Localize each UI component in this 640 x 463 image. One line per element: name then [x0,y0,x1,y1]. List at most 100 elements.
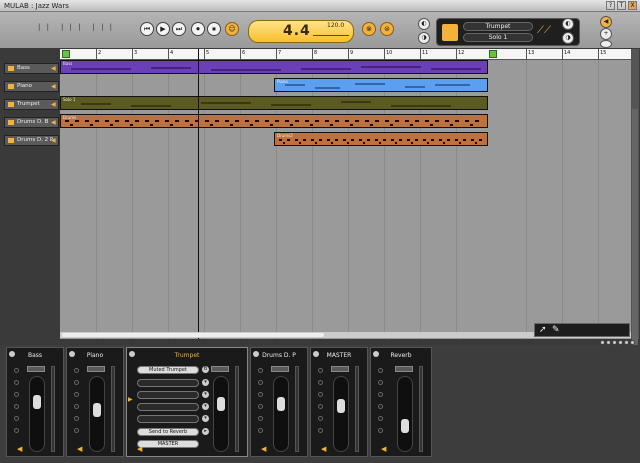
track-header-drums-2[interactable]: Drums D. 2 P ◀ [4,135,59,146]
volume-fader[interactable] [213,376,229,452]
clip-drums[interactable]: Drums [60,114,488,128]
clip-drums-2[interactable]: Drums2 [274,132,488,146]
insert-slot[interactable] [74,380,79,385]
insert-slot[interactable] [74,392,79,397]
close-button[interactable]: X [628,1,637,10]
insert-slot[interactable] [378,380,383,385]
pencil-tool-icon[interactable]: ✎ [552,325,562,336]
insert-slot[interactable] [318,368,323,373]
fader-knob[interactable] [33,395,41,409]
chevron-down-icon[interactable]: ▾ [202,415,209,422]
insert-slot[interactable] [74,416,79,421]
speaker-icon[interactable]: ◀ [261,445,269,453]
vertical-scroll-thumb[interactable] [632,109,638,359]
chevron-down-icon[interactable]: ▾ [202,391,209,398]
rewind-button[interactable]: ⏮ [140,22,154,36]
forward-button[interactable]: ⏭ [172,22,186,36]
track-header-trumpet[interactable]: Trumpet ◀ [4,99,59,110]
insert-slot[interactable] [74,404,79,409]
current-part-name[interactable]: Solo 1 [463,33,533,42]
next-icon[interactable] [600,40,612,48]
position-display[interactable]: 4.4 120.0 [248,20,354,43]
plugin-slot-empty[interactable] [137,403,199,411]
insert-slot[interactable] [378,428,383,433]
speaker-icon[interactable]: ◀ [321,445,329,453]
clip-piano[interactable]: Piano [274,78,488,92]
fader-knob[interactable] [337,399,345,413]
insert-slot[interactable] [258,428,263,433]
loop-start-marker[interactable] [62,50,70,58]
insert-slot[interactable] [14,380,19,385]
plugin-slot-empty[interactable] [137,415,199,423]
chevron-down-icon[interactable]: ▾ [202,379,209,386]
horizontal-scroll-thumb[interactable] [62,333,324,337]
fader-knob[interactable] [401,419,409,433]
prev-icon[interactable]: ◀ [600,16,612,28]
send-edit-icon[interactable]: ▸ [202,428,209,435]
speaker-icon[interactable]: ◀ [381,445,389,453]
vertical-scrollbar[interactable] [631,49,639,359]
left-button[interactable]: ◐ [562,18,574,30]
insert-slot[interactable] [318,380,323,385]
speaker-icon[interactable]: ◀ [51,83,57,90]
speaker-icon[interactable]: ◀ [77,445,85,453]
down-button[interactable]: ◑ [418,32,430,44]
menu-icon[interactable]: ⊜ [380,22,394,36]
volume-fader[interactable] [89,376,105,452]
insert-slot[interactable] [318,428,323,433]
speaker-icon[interactable]: ◀ [137,445,145,453]
insert-slot[interactable] [258,392,263,397]
tools-button[interactable]: T [617,1,626,10]
add-icon[interactable]: + [600,28,612,40]
insert-slot[interactable] [14,368,19,373]
pointer-tool-icon[interactable]: ➚ [539,325,549,336]
insert-slot[interactable] [318,416,323,421]
clip-trumpet[interactable]: Solo 1 [60,96,488,110]
up-button[interactable]: ◐ [418,18,430,30]
speaker-icon[interactable]: ◀ [51,137,57,144]
arrangement-grid[interactable]: Bass Piano Solo 1 Drums Drums2 [60,60,631,339]
speaker-icon[interactable]: ◀ [51,119,57,126]
speaker-icon[interactable]: ◀ [51,101,57,108]
insert-slot[interactable] [74,368,79,373]
output-selector[interactable]: MASTER [137,440,199,448]
insert-slot[interactable] [14,428,19,433]
track-header-drums[interactable]: Drums D. B ◀ [4,117,59,128]
insert-slot[interactable] [258,404,263,409]
insert-slot[interactable] [378,404,383,409]
metronome-button[interactable]: ☺ [225,22,239,36]
volume-fader[interactable] [273,376,289,452]
insert-slot[interactable] [14,416,19,421]
insert-slot[interactable] [74,428,79,433]
fader-knob[interactable] [93,403,101,417]
fader-knob[interactable] [277,397,285,411]
plugin-slot-empty[interactable] [137,391,199,399]
track-header-piano[interactable]: Piano ◀ [4,81,59,92]
insert-slot[interactable] [14,404,19,409]
clip-bass[interactable]: Bass [60,60,488,74]
insert-slot[interactable] [318,392,323,397]
insert-slot[interactable] [378,368,383,373]
loop-end-marker[interactable] [489,50,497,58]
chevron-down-icon[interactable]: ▾ [202,403,209,410]
stop-button[interactable]: ⏹ [207,22,221,36]
insert-slot[interactable] [258,380,263,385]
insert-slot[interactable] [258,368,263,373]
plugin-slot-empty[interactable] [137,379,199,387]
timeline-ruler[interactable]: 2 3 4 5 6 7 8 9 10 11 12 13 14 15 [60,49,631,60]
fader-knob[interactable] [217,397,225,411]
record-button[interactable]: ⏺ [191,22,205,36]
insert-slot[interactable] [378,416,383,421]
volume-fader[interactable] [333,376,349,452]
speaker-icon[interactable]: ◀ [51,65,57,72]
plugin-edit-icon[interactable]: B [202,366,209,373]
cancel-icon[interactable]: ⊗ [362,22,376,36]
send-slot[interactable]: Send to Reverb [137,428,199,436]
arrangement-view[interactable]: 2 3 4 5 6 7 8 9 10 11 12 13 14 15 Bass P… [60,49,631,339]
volume-fader[interactable] [397,376,413,452]
current-track-name[interactable]: Trumpet [463,22,533,31]
right-button[interactable]: ◑ [562,32,574,44]
playhead[interactable] [198,49,199,339]
insert-slot[interactable] [258,416,263,421]
insert-slot[interactable] [14,392,19,397]
